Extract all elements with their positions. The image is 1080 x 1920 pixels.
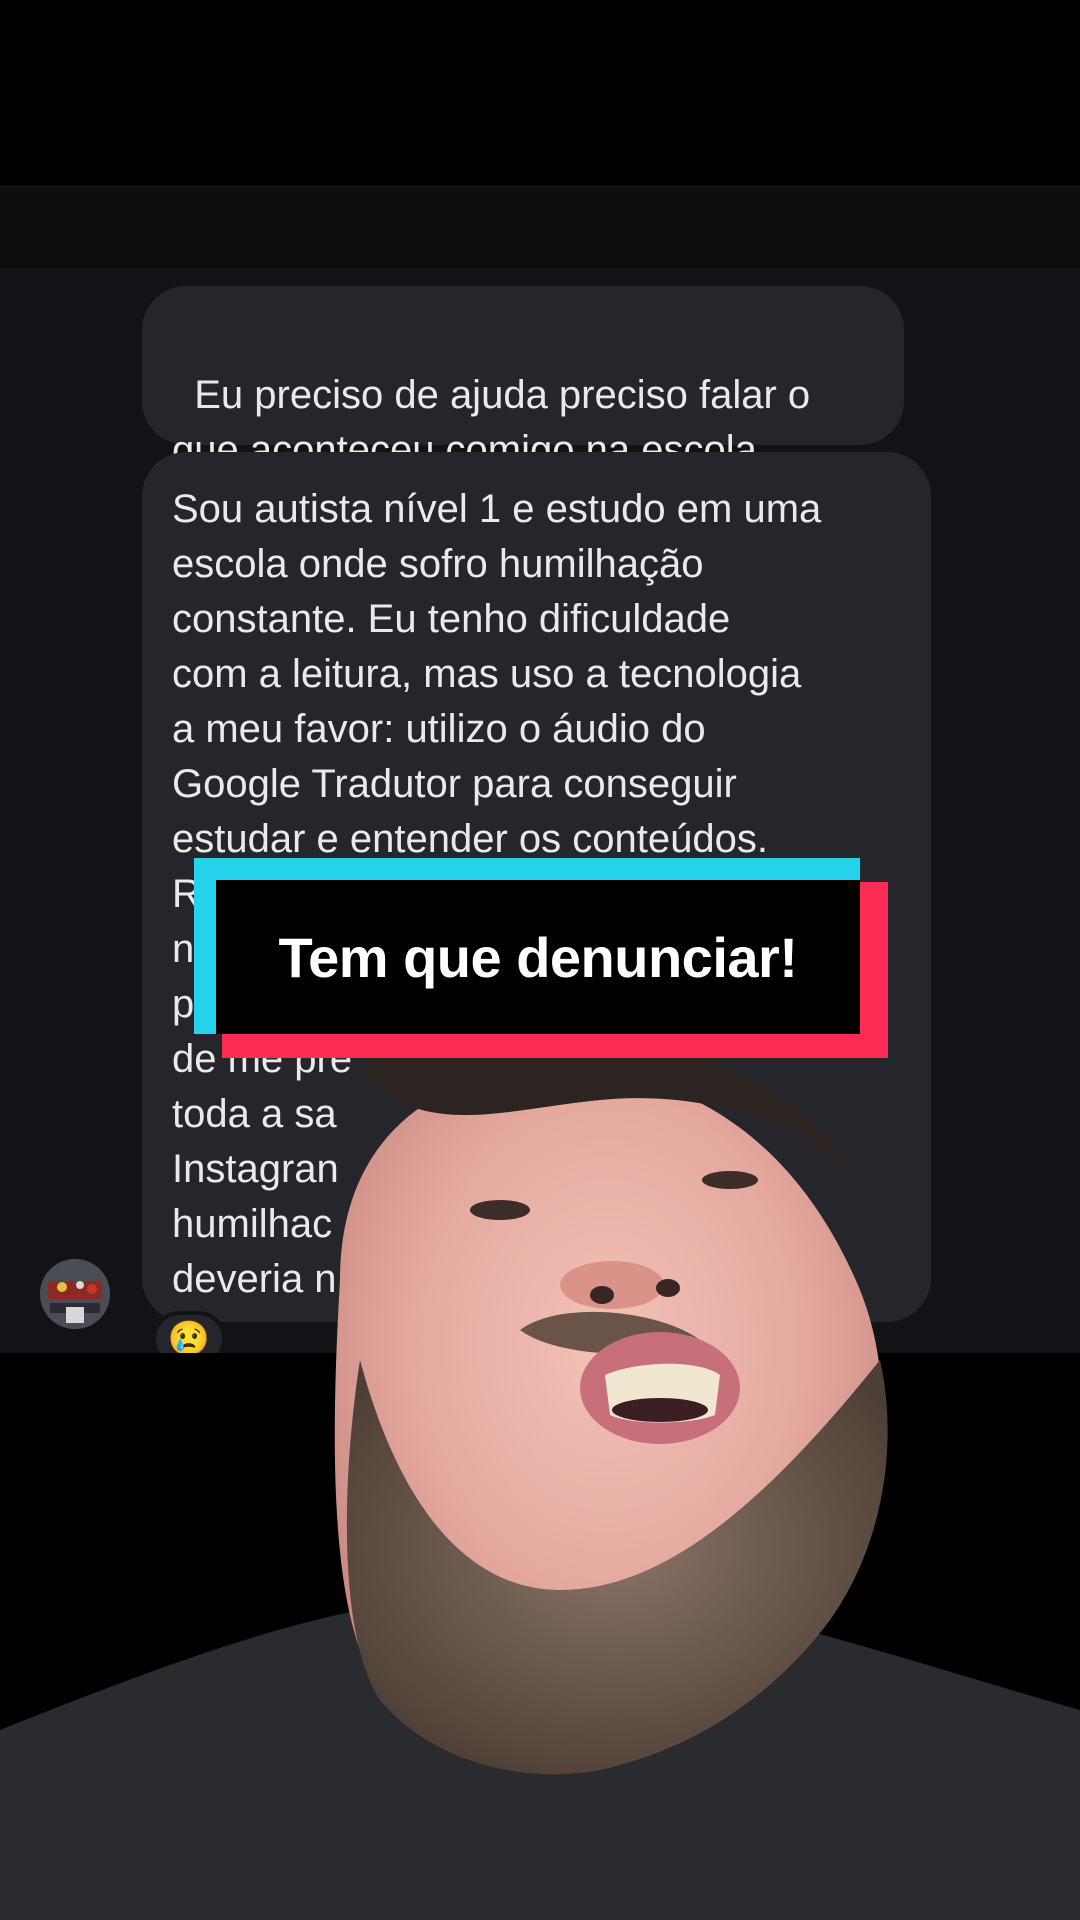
speaker-person-image xyxy=(0,1030,1080,1920)
caption-sticker: Tem que denunciar! xyxy=(194,858,888,1058)
caption-box: Tem que denunciar! xyxy=(216,880,860,1034)
video-top-band xyxy=(0,0,1080,186)
message-line: a meu favor: utilizo o áudio do xyxy=(172,707,706,751)
chat-header xyxy=(0,186,1080,269)
caption-text: Tem que denunciar! xyxy=(278,925,798,989)
message-bubble[interactable]: Eu preciso de ajuda preciso falar o que … xyxy=(142,286,904,472)
message-line: constante. Eu tenho dificuldade xyxy=(172,597,731,641)
message-line: Google Tradutor para conseguir xyxy=(172,762,737,806)
message-line: com a leitura, mas uso a tecnologia xyxy=(172,652,802,696)
message-line: Sou autista nível 1 e estudo em uma xyxy=(172,487,822,531)
message-line: escola onde sofro humilhação xyxy=(172,542,704,586)
